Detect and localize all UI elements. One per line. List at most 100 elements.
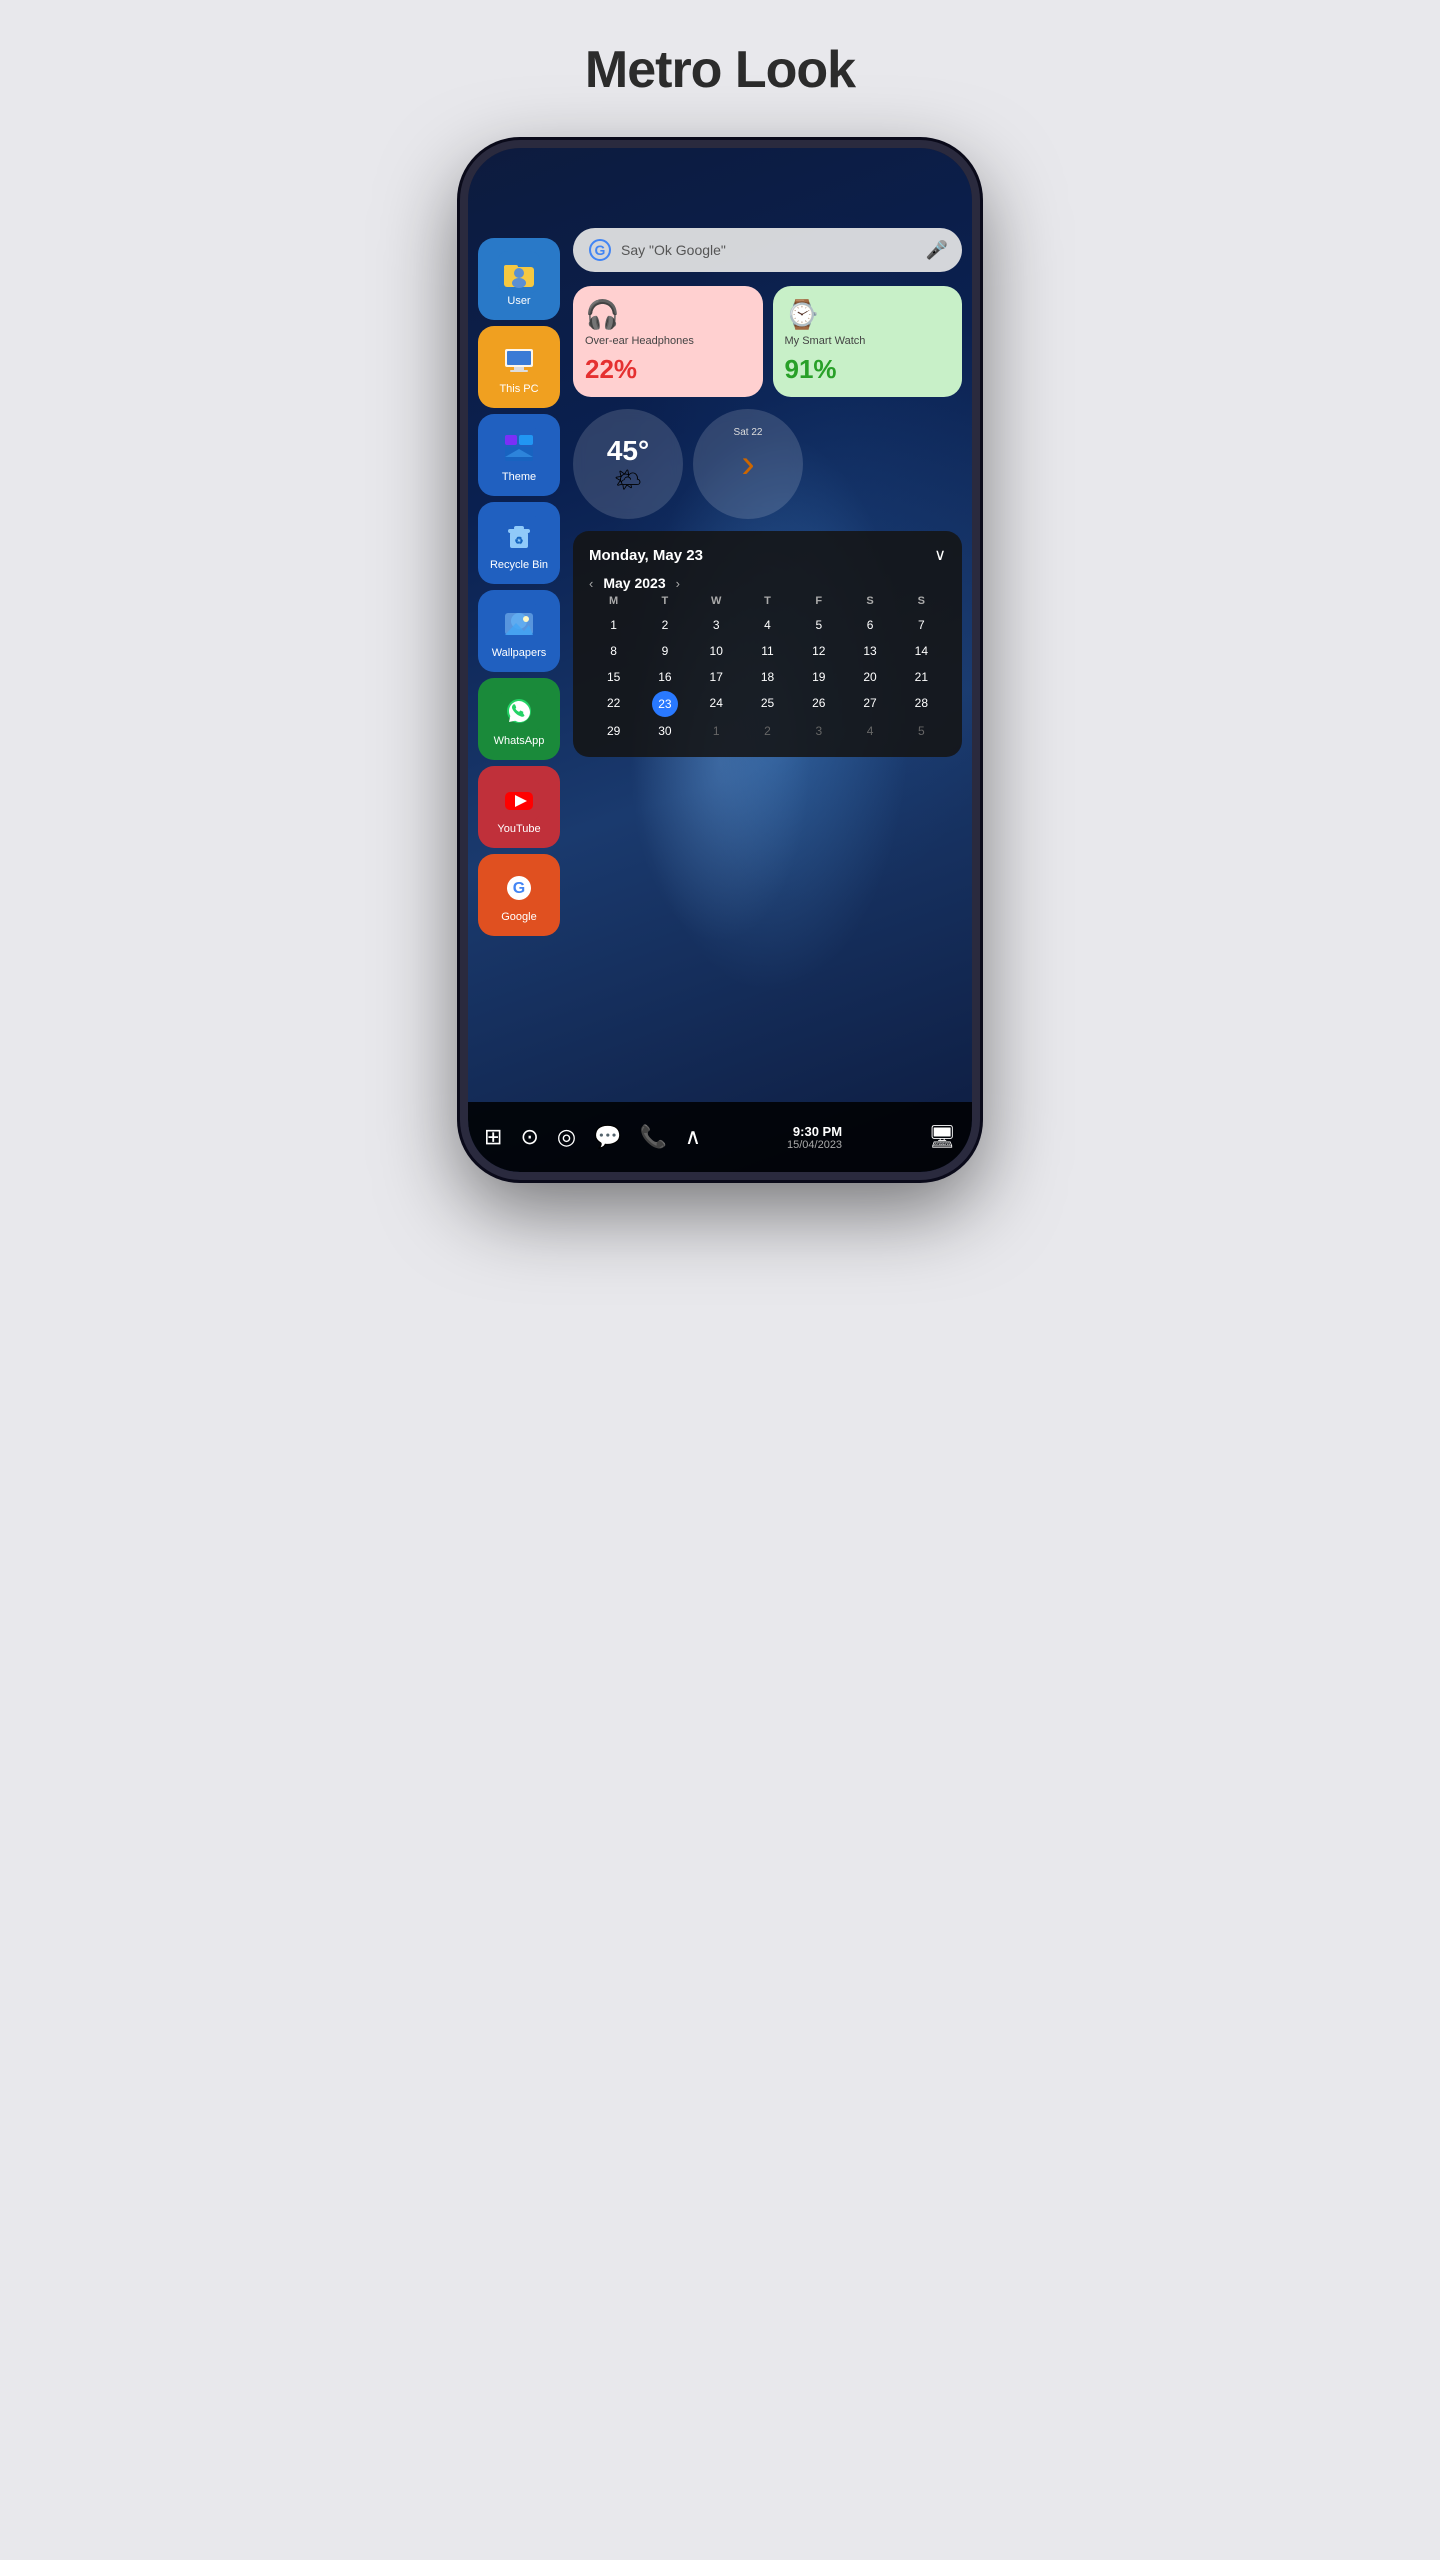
weather-clock-row: 45° 🌤 Sat 22 › <box>573 409 962 519</box>
cal-day-27[interactable]: 27 <box>845 691 894 717</box>
app-icon-thispc[interactable]: This PC <box>478 326 560 408</box>
weather-temp: 45° <box>607 435 649 467</box>
google-label: Google <box>501 911 536 923</box>
app-icon-theme[interactable]: Theme <box>478 414 560 496</box>
app-icon-user[interactable]: User <box>478 238 560 320</box>
cal-day-next-4[interactable]: 4 <box>845 719 894 743</box>
cal-day-26[interactable]: 26 <box>794 691 843 717</box>
cal-day-21[interactable]: 21 <box>897 665 946 689</box>
cal-day-3[interactable]: 3 <box>692 613 741 637</box>
weather-widget[interactable]: 45° 🌤 <box>573 409 683 519</box>
bixby-button <box>460 474 462 544</box>
app-icon-recycle[interactable]: ♻ Recycle Bin <box>478 502 560 584</box>
dock-messages-icon[interactable]: 💬 <box>594 1124 621 1150</box>
cal-day-11[interactable]: 11 <box>743 639 792 663</box>
dock-icons: ⊞ ⊙ ◎ 💬 📞 ∧ <box>484 1124 701 1150</box>
cal-day-20[interactable]: 20 <box>845 665 894 689</box>
calendar-selected-day: Monday, May 23 <box>589 547 703 564</box>
cal-day-18[interactable]: 18 <box>743 665 792 689</box>
google-logo: G <box>587 237 613 263</box>
app-icon-whatsapp[interactable]: WhatsApp <box>478 678 560 760</box>
mic-icon: 🎤 <box>926 240 948 261</box>
search-placeholder: Say "Ok Google" <box>621 242 918 258</box>
dock-up-icon[interactable]: ∧ <box>685 1124 701 1150</box>
calendar-widget[interactable]: Monday, May 23 ∨ ‹ May 2023 › M T W T <box>573 531 962 757</box>
phone-shell: User This PC <box>460 140 980 1180</box>
calendar-month-year: May 2023 <box>603 575 665 591</box>
theme-icon <box>498 427 540 469</box>
cal-day-25[interactable]: 25 <box>743 691 792 717</box>
clock-widget[interactable]: Sat 22 › <box>693 409 803 519</box>
cal-day-next-2[interactable]: 2 <box>743 719 792 743</box>
cal-header-t1: T <box>640 591 689 611</box>
volume-down-button <box>460 388 462 458</box>
recycle-icon: ♻ <box>498 515 540 557</box>
recycle-label: Recycle Bin <box>490 559 548 571</box>
dock-back-icon[interactable]: ◎ <box>557 1124 576 1150</box>
calendar-dropdown-icon: ∨ <box>934 545 946 565</box>
svg-text:♻: ♻ <box>515 536 524 547</box>
dock-screen-icon[interactable]: 🖥 <box>928 1124 956 1150</box>
dock-home-icon[interactable]: ⊙ <box>520 1124 538 1150</box>
cal-day-7[interactable]: 7 <box>897 613 946 637</box>
cal-day-19[interactable]: 19 <box>794 665 843 689</box>
cal-day-2[interactable]: 2 <box>640 613 689 637</box>
main-content: G Say "Ok Google" 🎤 🎧 Over-ear Headphone… <box>573 228 962 1102</box>
whatsapp-icon <box>498 691 540 733</box>
cal-day-16[interactable]: 16 <box>640 665 689 689</box>
svg-text:G: G <box>513 880 525 897</box>
user-label: User <box>507 295 530 307</box>
cal-day-14[interactable]: 14 <box>897 639 946 663</box>
cal-day-next-1[interactable]: 1 <box>692 719 741 743</box>
power-button <box>978 348 980 418</box>
cal-header-s1: S <box>845 591 894 611</box>
app-icon-google[interactable]: G Google <box>478 854 560 936</box>
headphones-icon: 🎧 <box>585 298 751 331</box>
cal-day-4[interactable]: 4 <box>743 613 792 637</box>
smartwatch-widget[interactable]: ⌚ My Smart Watch 91% <box>773 286 963 397</box>
cal-header-t2: T <box>743 591 792 611</box>
dock-phone-icon[interactable]: 📞 <box>639 1124 666 1150</box>
cal-day-17[interactable]: 17 <box>692 665 741 689</box>
watch-icon: ⌚ <box>785 298 951 331</box>
cal-next-button[interactable]: › <box>676 576 680 591</box>
youtube-label: YouTube <box>497 823 540 835</box>
cal-day-24[interactable]: 24 <box>692 691 741 717</box>
status-bar: ⊞ ⊙ ◎ 💬 📞 ∧ 9:30 PM 15/04/2023 🖥 <box>468 1102 972 1172</box>
cal-day-30[interactable]: 30 <box>640 719 689 743</box>
cal-prev-button[interactable]: ‹ <box>589 576 593 591</box>
cal-header-w: W <box>692 591 741 611</box>
cal-day-28[interactable]: 28 <box>897 691 946 717</box>
dock-multitask-icon[interactable]: ⊞ <box>484 1124 502 1150</box>
wallpaper-icon <box>498 603 540 645</box>
cal-day-15[interactable]: 15 <box>589 665 638 689</box>
cal-day-10[interactable]: 10 <box>692 639 741 663</box>
cal-day-6[interactable]: 6 <box>845 613 894 637</box>
app-icon-wallpapers[interactable]: Wallpapers <box>478 590 560 672</box>
phone-screen: User This PC <box>468 148 972 1172</box>
clock-hand: › <box>741 442 754 487</box>
google-icon: G <box>498 867 540 909</box>
cal-header-m: M <box>589 591 638 611</box>
cal-day-5[interactable]: 5 <box>794 613 843 637</box>
status-time: 9:30 PM <box>787 1124 842 1139</box>
page-title: Metro Look <box>585 40 855 100</box>
cal-day-9[interactable]: 9 <box>640 639 689 663</box>
headphones-widget[interactable]: 🎧 Over-ear Headphones 22% <box>573 286 763 397</box>
watch-name: My Smart Watch <box>785 335 951 348</box>
cal-day-8[interactable]: 8 <box>589 639 638 663</box>
whatsapp-label: WhatsApp <box>494 735 545 747</box>
youtube-icon <box>498 779 540 821</box>
cal-day-23-today[interactable]: 23 <box>652 691 678 717</box>
cal-day-1[interactable]: 1 <box>589 613 638 637</box>
thispc-label: This PC <box>499 383 538 395</box>
cal-day-12[interactable]: 12 <box>794 639 843 663</box>
app-icon-youtube[interactable]: YouTube <box>478 766 560 848</box>
cal-day-29[interactable]: 29 <box>589 719 638 743</box>
cal-day-22[interactable]: 22 <box>589 691 638 717</box>
cal-day-13[interactable]: 13 <box>845 639 894 663</box>
cal-day-next-5[interactable]: 5 <box>897 719 946 743</box>
svg-text:G: G <box>595 242 606 258</box>
cal-day-next-3[interactable]: 3 <box>794 719 843 743</box>
search-bar[interactable]: G Say "Ok Google" 🎤 <box>573 228 962 272</box>
